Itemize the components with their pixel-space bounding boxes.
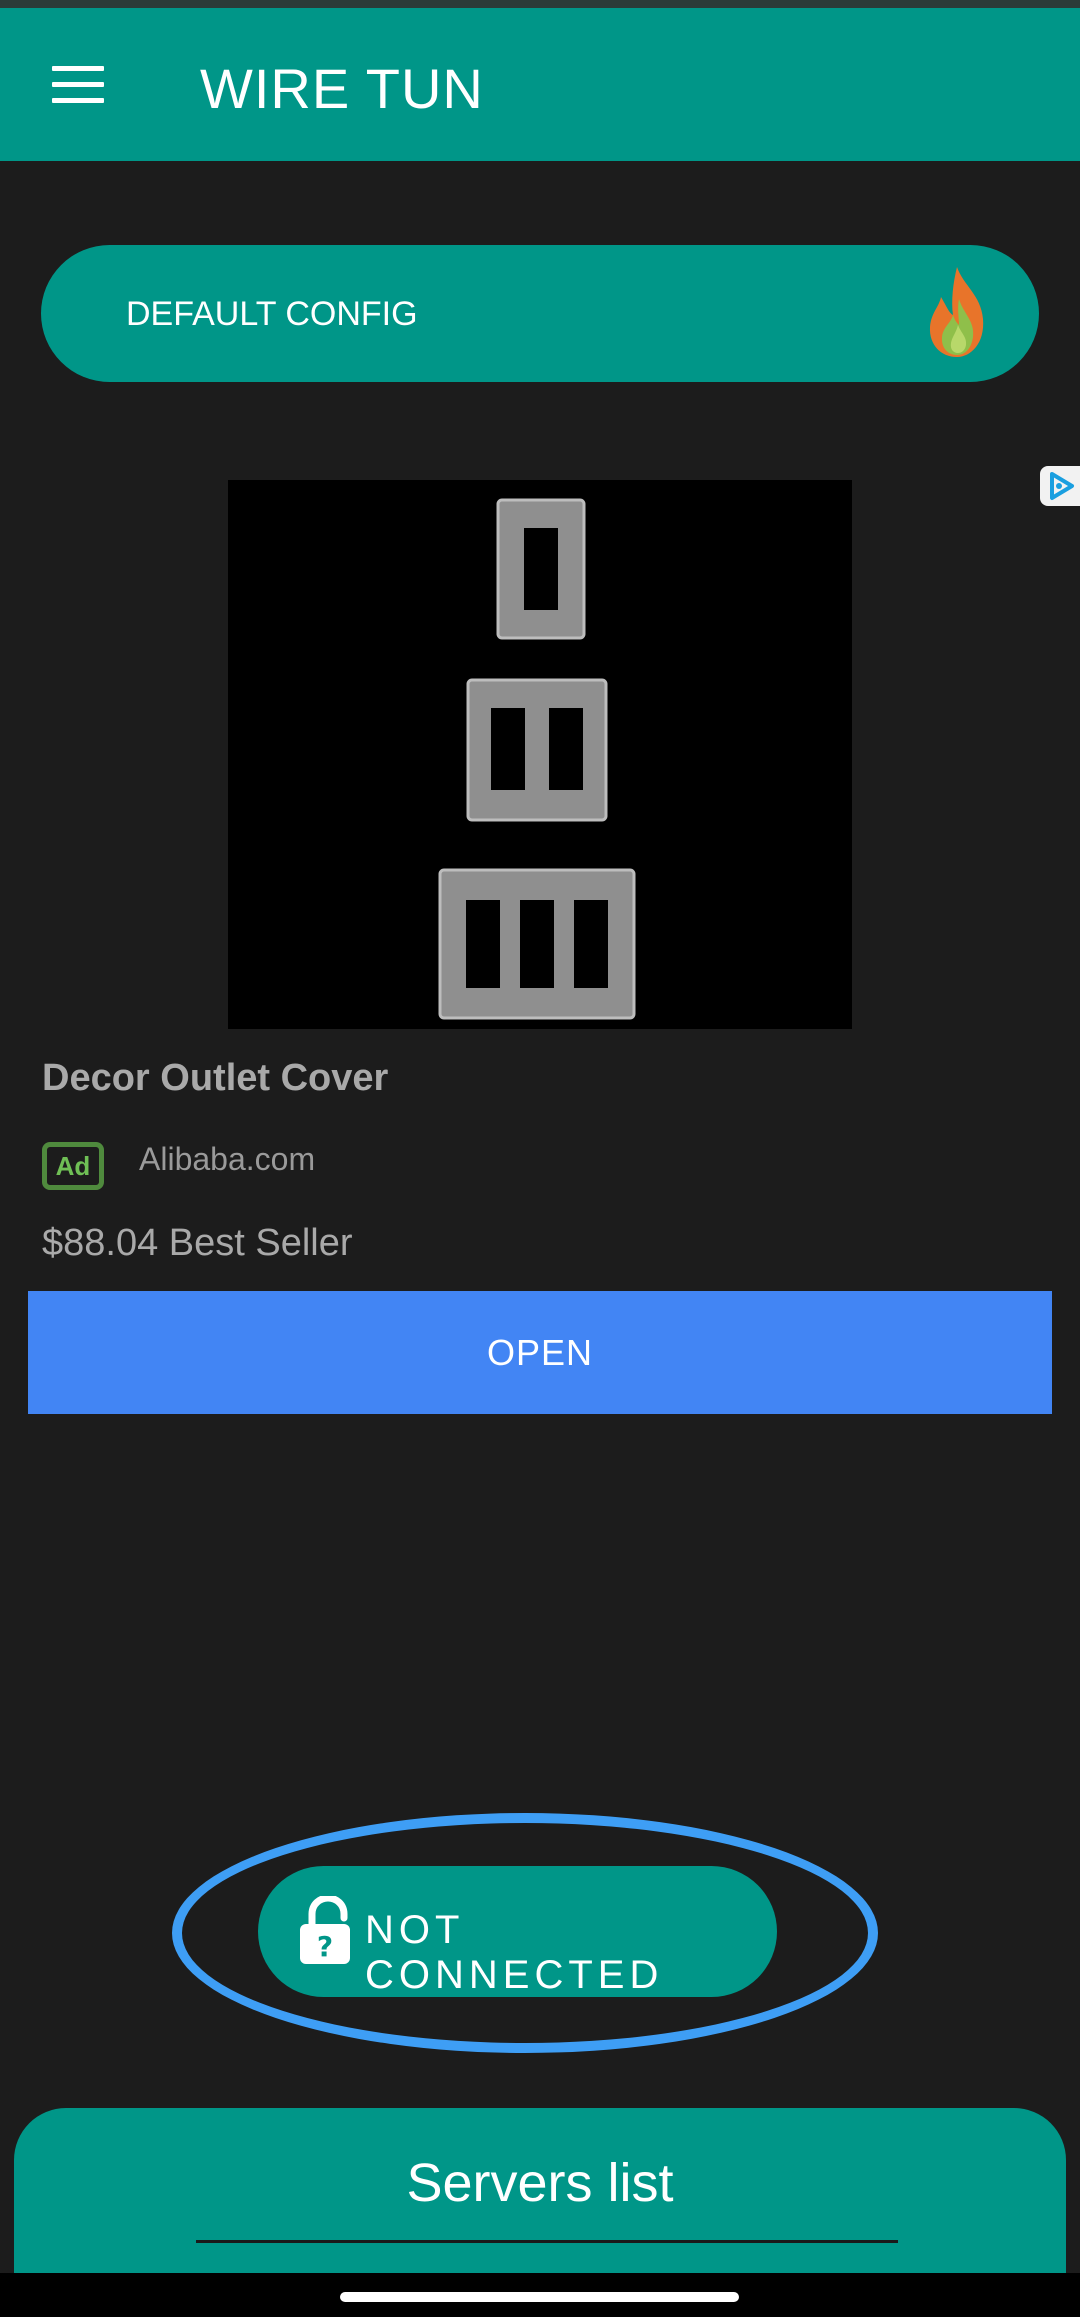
ad-product-image[interactable]: [228, 480, 852, 1029]
svg-text:?: ?: [317, 1930, 333, 1963]
config-selector-button[interactable]: DEFAULT CONFIG: [41, 245, 1039, 382]
ad-open-button[interactable]: OPEN: [28, 1291, 1052, 1414]
servers-list-title: Servers list: [406, 2153, 674, 2213]
connection-status-label: NOT CONNECTED: [365, 1908, 664, 1997]
status-strip: [0, 0, 1080, 8]
servers-divider: [196, 2240, 898, 2243]
ad-price: $88.04 Best Seller: [42, 1222, 353, 1264]
ad-source[interactable]: Alibaba.com: [139, 1141, 315, 1178]
adchoices-icon[interactable]: [1040, 466, 1080, 506]
app-title: WIRE TUN: [200, 57, 484, 120]
ad-badge: Ad: [42, 1142, 104, 1190]
home-indicator[interactable]: [340, 2292, 739, 2302]
hamburger-menu-icon[interactable]: [40, 60, 114, 114]
app-bar: WIRE TUN: [0, 8, 1080, 161]
flame-icon: [929, 267, 984, 357]
unlocked-padlock-question-icon: ?: [300, 1896, 350, 1964]
config-label: DEFAULT CONFIG: [126, 295, 418, 333]
ad-title[interactable]: Decor Outlet Cover: [42, 1057, 388, 1100]
connect-toggle-button[interactable]: ? NOT CONNECTED: [258, 1866, 777, 1997]
